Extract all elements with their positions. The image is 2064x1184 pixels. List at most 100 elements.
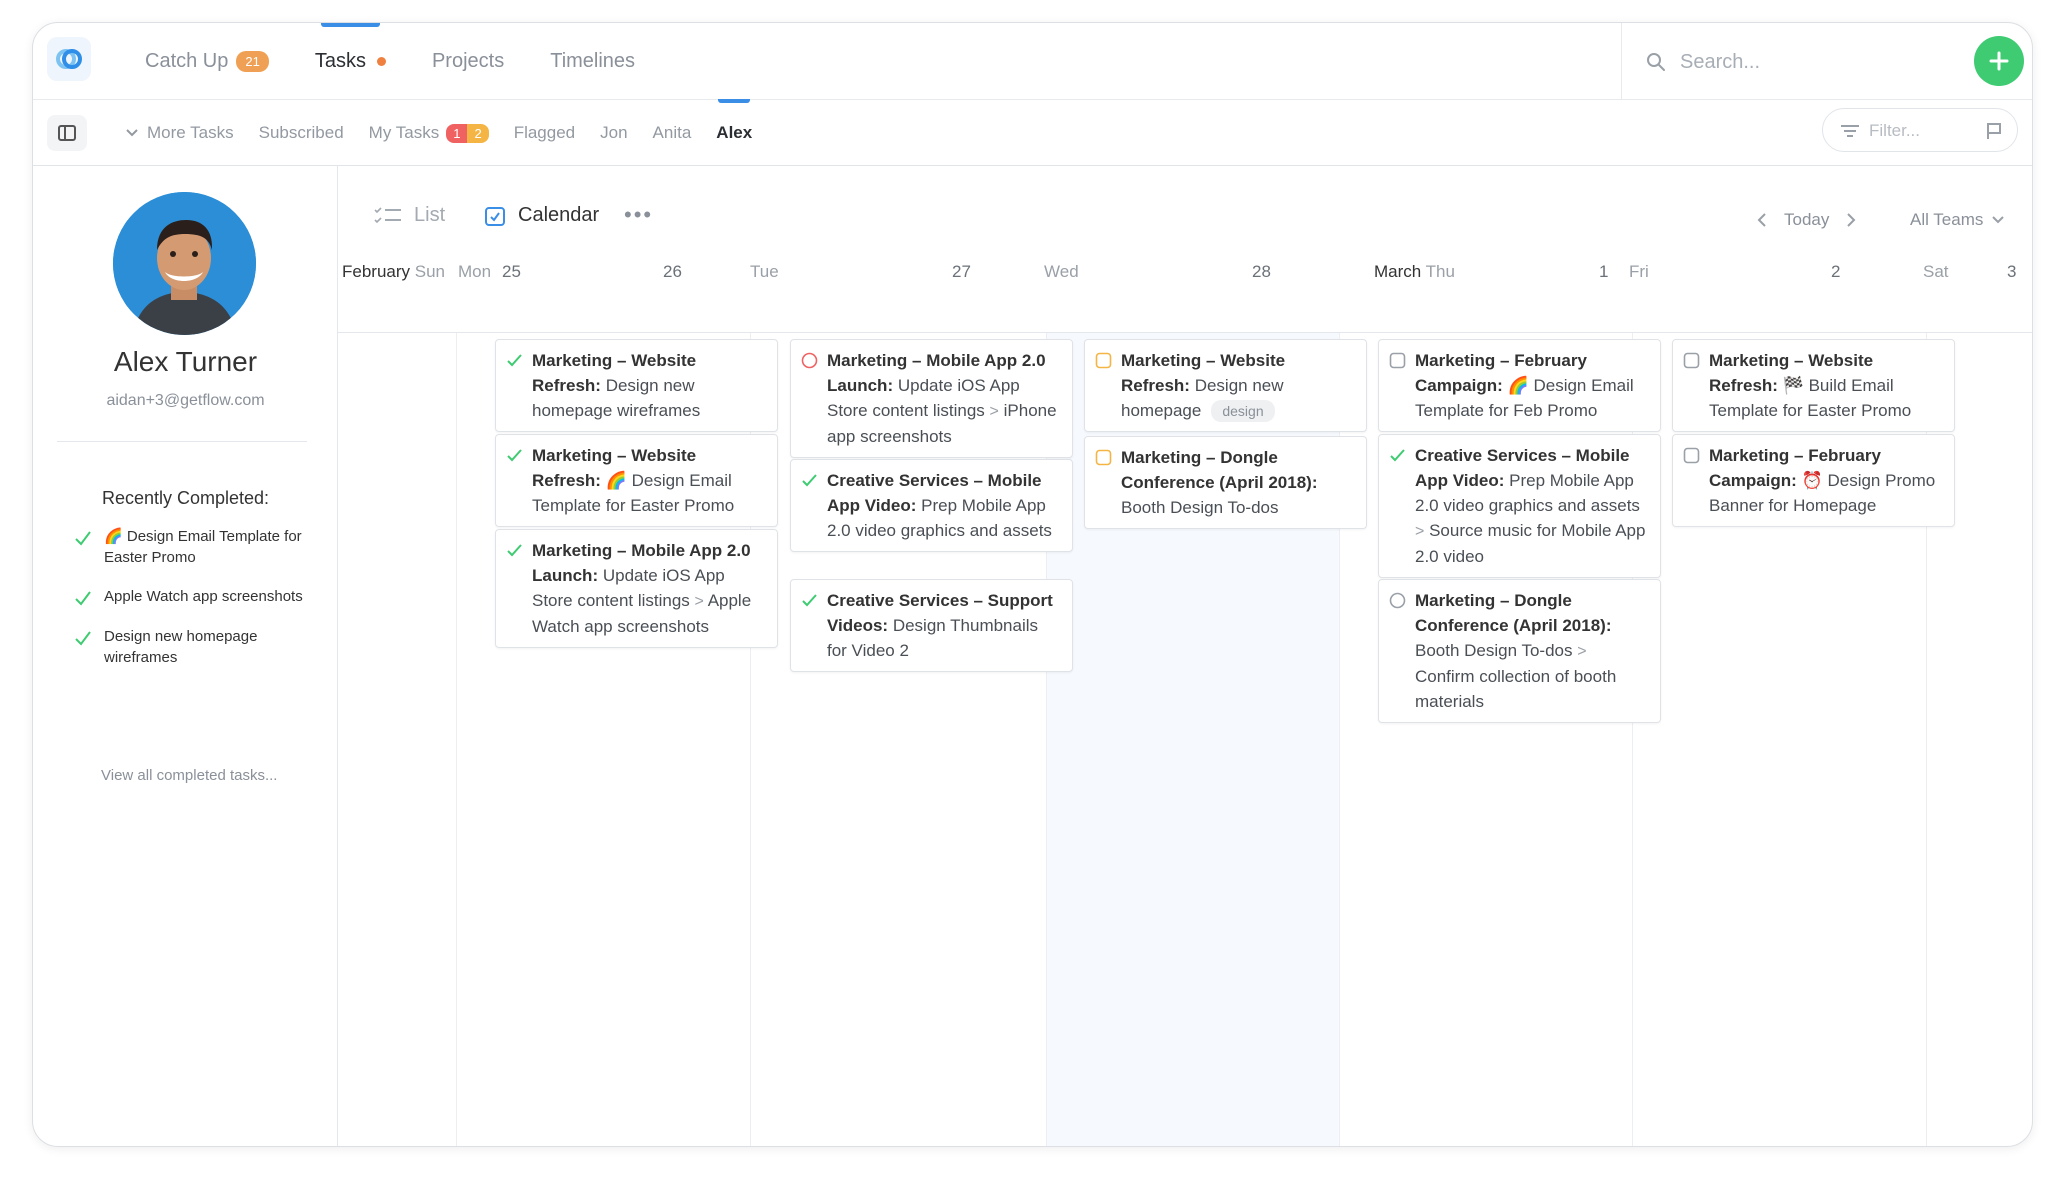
subnav-subscribed[interactable]: Subscribed [259,100,344,166]
task-card[interactable]: Creative Services – Mobile App Video: Pr… [1378,434,1661,578]
day-number-26: 26 [663,262,682,281]
tab-timelines[interactable]: Timelines [550,23,635,100]
sidebar-icon [58,125,76,141]
avatar-portrait [113,192,256,335]
alex-label: Alex [716,123,753,142]
more-tasks-dropdown[interactable]: More Tasks [125,100,234,166]
task-subtask: Source music for Mobile App 2.0 video [1415,521,1646,566]
task-card[interactable]: Marketing – February Campaign: 🌈 Design … [1378,339,1661,432]
main-nav: Catch Up 21 Tasks Projects Timelines [145,23,681,100]
tab-tasks-label: Tasks [314,50,366,72]
weekday-label: Sun [414,262,446,281]
avatar [113,192,256,335]
list-item[interactable]: Design new homepage wireframes [73,626,313,668]
checkbox-icon [1683,352,1700,369]
filter-input[interactable] [1869,118,1969,144]
day-number-1: 1 [1599,262,1609,281]
month-label: February [342,262,411,281]
task-card[interactable]: Marketing – Website Refresh: 🌈 Design Em… [495,434,778,527]
date-navigation: Today [1756,210,1857,230]
all-teams-dropdown[interactable]: All Teams [1910,210,2005,230]
sub-nav-bar: More Tasks Subscribed My Tasks 12 Flagge… [33,99,2032,166]
task-emoji: ⏰ [1796,471,1828,490]
subnav-flagged[interactable]: Flagged [514,100,575,166]
chevron-right-icon[interactable] [1845,212,1857,228]
search-input[interactable] [1680,45,1940,79]
task-card[interactable]: Marketing – Mobile App 2.0 Launch: Updat… [790,339,1073,458]
day-header-wed: Wed [1044,262,1079,281]
my-tasks-due-count: 2 [467,123,489,143]
view-all-completed-link[interactable]: View all completed tasks... [101,767,277,784]
recently-completed-title: Recently Completed: [101,488,270,508]
weekday-label: Thu [1425,262,1455,281]
task-card[interactable]: Creative Services – Mobile App Video: Pr… [790,459,1073,552]
checkmark-icon [507,544,522,557]
subnav-anita[interactable]: Anita [653,100,692,166]
today-button[interactable]: Today [1784,210,1829,230]
list-item[interactable]: Apple Watch app screenshots [73,586,313,608]
task-card[interactable]: Marketing – Mobile App 2.0 Launch: Updat… [495,529,778,648]
search-area [1621,23,2032,100]
task-title: Booth Design To-dos [1121,498,1279,517]
subnav-alex[interactable]: Alex [716,99,753,166]
weekday-label: Mon [458,262,492,281]
day-header-sat: Sat [1923,262,1949,281]
app-logo[interactable] [47,37,91,81]
list-item[interactable]: 🌈 Design Email Template for Easter Promo [73,526,313,568]
tab-projects[interactable]: Projects [432,23,504,100]
profile-panel: Alex Turner aidan+3@getflow.com Recently… [33,166,338,1146]
checkbox-icon [1095,352,1112,369]
checkmark-icon [1390,449,1405,462]
calendar-check-icon [485,206,505,226]
task-card[interactable]: Marketing – Dongle Conference (April 201… [1084,436,1367,529]
day-number-25: 25 [502,262,521,281]
more-tasks-label: More Tasks [147,123,234,142]
checkmark-icon [75,631,91,646]
task-tag[interactable]: design [1211,400,1275,422]
checkbox-icon [1095,449,1112,466]
task-card[interactable]: Marketing – Website Refresh: Design new … [1084,339,1367,432]
tab-tasks[interactable]: Tasks [315,23,386,100]
task-filters-nav: More Tasks Subscribed My Tasks 12 Flagge… [125,99,777,166]
sidebar-toggle-button[interactable] [47,115,87,151]
task-card[interactable]: Marketing – Website Refresh: 🏁 Build Ema… [1672,339,1955,432]
month-label: March [1374,262,1422,281]
chevron-right-icon: > [1415,523,1425,540]
day-number-2: 2 [1831,262,1841,281]
list-view-button[interactable]: List [374,204,445,227]
calendar-view-button[interactable]: Calendar [484,204,599,227]
task-emoji: 🌈 [1502,376,1534,395]
all-teams-label: All Teams [1910,210,1984,229]
rc-emoji: 🌈 [104,528,123,545]
chevron-right-icon: > [1577,643,1587,660]
checkbox-icon [1683,447,1700,464]
task-card[interactable]: Marketing – Dongle Conference (April 201… [1378,579,1661,723]
subscribed-label: Subscribed [258,123,344,142]
top-nav: Catch Up 21 Tasks Projects Timelines [33,23,2032,100]
day-header-sun: February Sun [342,262,445,284]
task-card[interactable]: Marketing – Website Refresh: Design new … [495,339,778,432]
day-header-fri: Fri [1629,262,1649,281]
flag-icon[interactable] [1985,121,2003,141]
rc-text: Design Email Template for Easter Promo [104,528,302,566]
task-subtask: Confirm collection of booth materials [1415,667,1617,711]
checkmark-icon [75,531,91,546]
checkbox-icon [1389,352,1406,369]
task-emoji: 🏁 [1777,376,1809,395]
filter-icon [1841,125,1859,137]
add-task-button[interactable] [1974,36,2024,86]
tab-catch-up[interactable]: Catch Up 21 [145,23,269,100]
subnav-jon[interactable]: Jon [600,100,627,166]
list-icon [374,206,401,223]
jon-label: Jon [600,123,628,142]
rc-text: Apple Watch app screenshots [104,588,303,605]
subnav-my-tasks[interactable]: My Tasks 12 [369,100,489,166]
overdue-circle-icon [801,352,818,369]
filter-box [1822,108,2018,152]
chevron-right-icon: > [989,403,999,420]
more-options-button[interactable]: ••• [624,202,653,228]
tab-timelines-label: Timelines [550,50,636,72]
chevron-left-icon[interactable] [1756,212,1768,228]
task-card[interactable]: Creative Services – Support Videos: Desi… [790,579,1073,672]
task-card[interactable]: Marketing – February Campaign: ⏰ Design … [1672,434,1955,527]
